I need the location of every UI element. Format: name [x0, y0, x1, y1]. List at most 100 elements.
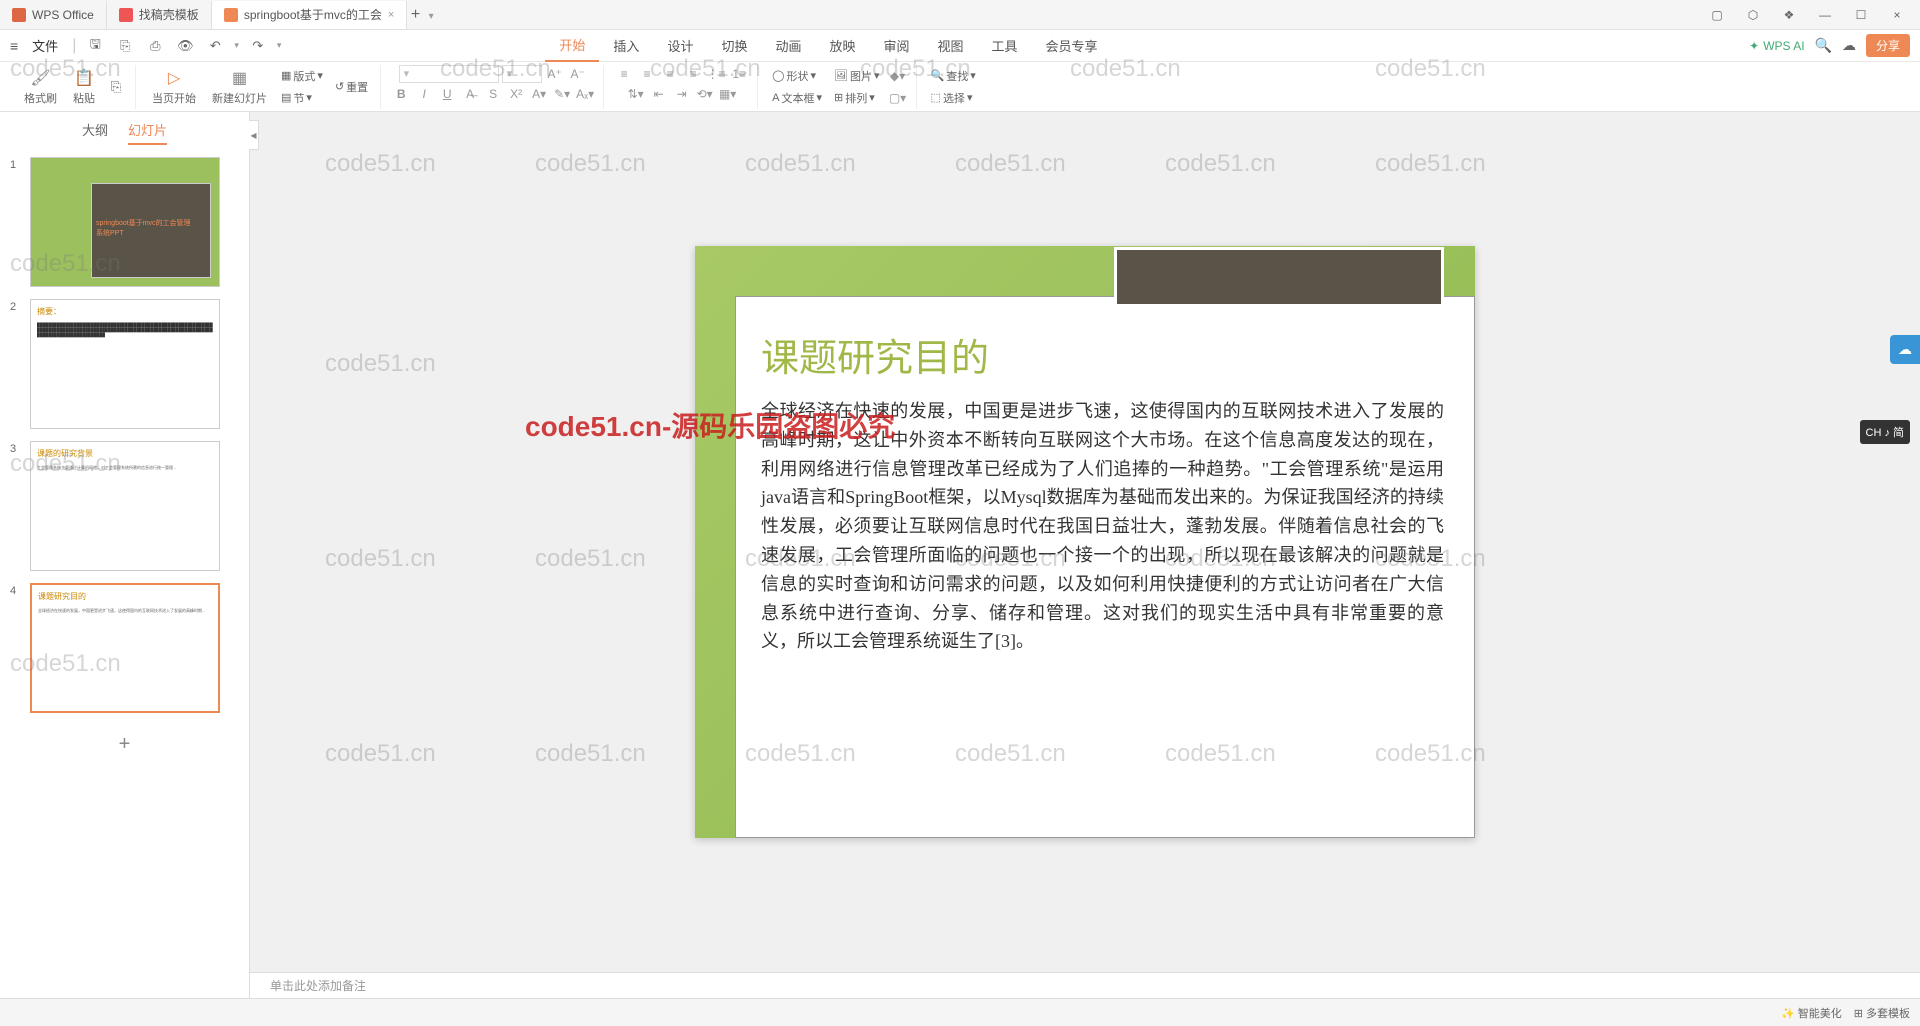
- window-btn-2[interactable]: ⬡: [1740, 4, 1766, 26]
- tab-animation[interactable]: 动画: [761, 30, 815, 62]
- search-icon[interactable]: 🔍: [1815, 37, 1832, 54]
- thumbnail-3[interactable]: 课题的研究背景 工会管理系统主要通过计算机网络，对工会管理系统所需的信息进行统一…: [30, 441, 220, 571]
- italic-icon[interactable]: I: [414, 85, 434, 103]
- chevron-down-icon[interactable]: ▾: [234, 40, 239, 51]
- arrange-icon: ⊞: [834, 91, 843, 104]
- menu-bar: ≡ 文件 | 🖫 ⎘ ⎙ 👁 ↶ ▾ ↷ ▾ 开始 插入 设计 切换 动画 放映…: [0, 30, 1920, 62]
- close-icon[interactable]: ×: [388, 9, 394, 21]
- indent-right-icon[interactable]: ⇥: [672, 85, 692, 103]
- templates-button[interactable]: ⊞ 多套模板: [1854, 1005, 1910, 1021]
- tab-transition[interactable]: 切换: [707, 30, 761, 62]
- minimize-button[interactable]: —: [1812, 4, 1838, 26]
- add-slide-button[interactable]: +: [10, 725, 239, 764]
- language-indicator[interactable]: CH ♪ 简: [1860, 420, 1911, 444]
- tab-file[interactable]: springboot基于mvc的工会 ×: [212, 1, 407, 29]
- layout-icon: ▦: [281, 69, 291, 82]
- strikethrough-icon[interactable]: A̶: [460, 85, 480, 103]
- slides-tab[interactable]: 幻灯片: [128, 120, 167, 145]
- select-button[interactable]: ⬚ 选择 ▾: [927, 88, 980, 108]
- thumbnail-1[interactable]: springboot基于mvc的工会管理系统PPT: [30, 157, 220, 287]
- superscript-icon[interactable]: X²: [506, 85, 526, 103]
- text-direction-icon[interactable]: ⟲▾: [695, 85, 715, 103]
- numbering-icon[interactable]: 1≡: [729, 65, 749, 83]
- strike-icon[interactable]: S: [483, 85, 503, 103]
- notes-input[interactable]: 单击此处添加备注: [250, 972, 1920, 998]
- thumbnail-2[interactable]: 摘要： ████████████████████████████████████…: [30, 299, 220, 429]
- format-painter-button[interactable]: 🖌 格式刷: [18, 66, 63, 108]
- save-icon[interactable]: 🖫: [84, 35, 106, 57]
- layout-button[interactable]: ▦ 版式 ▾: [277, 66, 327, 86]
- undo-icon[interactable]: ↶: [204, 35, 226, 57]
- slide-body[interactable]: 全球经济在快速的发展，中国更是进步飞速，这使得国内的互联网技术进入了发展的高峰时…: [761, 397, 1444, 656]
- maximize-button[interactable]: ☐: [1848, 4, 1874, 26]
- wps-ai-button[interactable]: ✦ WPS AI: [1749, 39, 1804, 53]
- file-menu[interactable]: 文件: [26, 36, 64, 55]
- from-current-button[interactable]: ▷ 当页开始: [146, 66, 202, 108]
- window-btn-3[interactable]: ❖: [1776, 4, 1802, 26]
- tab-design[interactable]: 设计: [653, 30, 707, 62]
- chevron-down-icon[interactable]: ▾: [277, 40, 282, 51]
- underline-icon[interactable]: U: [437, 85, 457, 103]
- indent-left-icon[interactable]: ⇤: [649, 85, 669, 103]
- export-icon[interactable]: ⎘: [114, 35, 136, 57]
- float-cloud-button[interactable]: ☁: [1890, 335, 1920, 364]
- tab-tools[interactable]: 工具: [978, 30, 1032, 62]
- align-center-icon[interactable]: ≡: [637, 65, 657, 83]
- textbox-button[interactable]: A 文本框 ▾: [768, 88, 826, 108]
- font-size-select[interactable]: ▾: [502, 65, 542, 83]
- tab-vip[interactable]: 会员专享: [1032, 30, 1112, 62]
- picture-button[interactable]: 🖼 图片 ▾: [830, 66, 884, 86]
- close-button[interactable]: ×: [1884, 4, 1910, 26]
- shape-button[interactable]: ◯ 形状 ▾: [768, 66, 826, 86]
- slide-viewport[interactable]: 课题研究目的 全球经济在快速的发展，中国更是进步飞速，这使得国内的互联网技术进入…: [250, 112, 1920, 972]
- slide[interactable]: 课题研究目的 全球经济在快速的发展，中国更是进步飞速，这使得国内的互联网技术进入…: [695, 246, 1475, 838]
- tab-insert[interactable]: 插入: [599, 30, 653, 62]
- window-btn-1[interactable]: ▢: [1704, 4, 1730, 26]
- line-spacing-icon[interactable]: ⇅▾: [626, 85, 646, 103]
- new-slide-button[interactable]: ▦ 新建幻灯片: [206, 66, 273, 108]
- tab-review[interactable]: 审阅: [870, 30, 924, 62]
- hamburger-icon[interactable]: ≡: [10, 38, 18, 54]
- clear-format-icon[interactable]: Aₓ▾: [575, 85, 595, 103]
- outline-icon[interactable]: ▢▾: [888, 89, 908, 107]
- columns-icon[interactable]: ▦▾: [718, 85, 738, 103]
- align-right-icon[interactable]: ≡: [660, 65, 680, 83]
- tab-slideshow[interactable]: 放映: [815, 30, 869, 62]
- cloud-icon[interactable]: ☁: [1842, 37, 1856, 54]
- preview-icon[interactable]: 👁: [174, 35, 196, 57]
- thumbnails[interactable]: 1 springboot基于mvc的工会管理系统PPT 2 摘要： ██████…: [0, 153, 249, 998]
- bullets-icon[interactable]: ⋮≡: [706, 65, 726, 83]
- outline-tab[interactable]: 大纲: [82, 120, 108, 145]
- tab-add[interactable]: + ▾: [407, 6, 437, 24]
- find-button[interactable]: 🔍 查找 ▾: [927, 66, 980, 86]
- redo-icon[interactable]: ↷: [247, 35, 269, 57]
- arrange-button[interactable]: ⊞ 排列 ▾: [830, 88, 884, 108]
- share-button[interactable]: 分享: [1866, 34, 1910, 57]
- increase-font-icon[interactable]: A⁺: [545, 65, 565, 83]
- decrease-font-icon[interactable]: A⁻: [568, 65, 588, 83]
- reset-button[interactable]: ↺ 重置: [331, 77, 372, 97]
- chevron-down-icon: ▾: [429, 11, 434, 22]
- copy-icon[interactable]: ⎘: [105, 76, 127, 98]
- font-family-select[interactable]: ▾: [399, 65, 499, 83]
- tab-wps[interactable]: WPS Office: [0, 1, 107, 29]
- slide-title[interactable]: 课题研究目的: [761, 327, 989, 382]
- align-left-icon[interactable]: ≡: [614, 65, 634, 83]
- fill-icon[interactable]: ◆▾: [888, 67, 908, 85]
- font-color-icon[interactable]: A▾: [529, 85, 549, 103]
- tab-docer[interactable]: 找稿壳模板: [107, 1, 212, 29]
- justify-icon[interactable]: ≡: [683, 65, 703, 83]
- collapse-sidebar-button[interactable]: ◀: [249, 120, 259, 150]
- highlight-icon[interactable]: ✎▾: [552, 85, 572, 103]
- slide-number: 1: [10, 157, 24, 287]
- ribbon: 🖌 格式刷 📋 粘贴 ⎘ ▷ 当页开始 ▦ 新建幻灯片 ▦ 版式 ▾ ▤ 节 ▾…: [0, 62, 1920, 112]
- bold-icon[interactable]: B: [391, 85, 411, 103]
- beautify-button[interactable]: ✨ 智能美化: [1781, 1005, 1842, 1021]
- font-group: ▾ ▾ A⁺ A⁻ B I U A̶ S X² A▾ ✎▾ Aₓ▾: [383, 65, 604, 109]
- tab-start[interactable]: 开始: [545, 30, 599, 62]
- section-button[interactable]: ▤ 节 ▾: [277, 88, 327, 108]
- tab-view[interactable]: 视图: [924, 30, 978, 62]
- thumbnail-4[interactable]: 课题研究目的 全球经济在快速的发展，中国更是进步飞速，这使得国内的互联网技术进入…: [30, 583, 220, 713]
- paste-button[interactable]: 📋 粘贴: [67, 66, 101, 108]
- print-icon[interactable]: ⎙: [144, 35, 166, 57]
